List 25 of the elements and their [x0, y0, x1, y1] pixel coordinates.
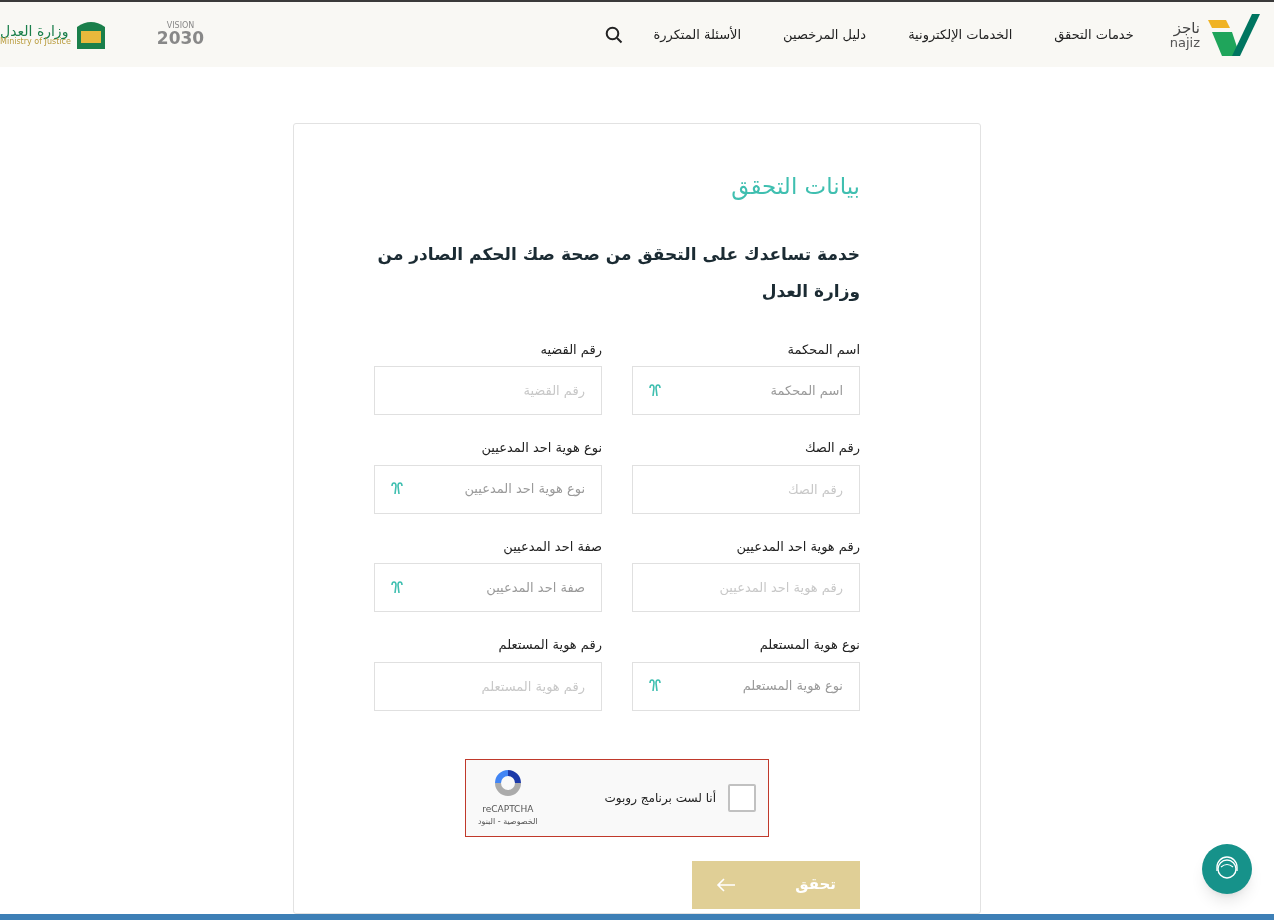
privacy-terms-links[interactable]: الخصوصية - البنود — [478, 816, 538, 829]
nav-link[interactable]: دليل المرخصين — [783, 24, 867, 45]
field-label: نوع هوية احد المدعيين — [480, 439, 602, 458]
nav-link[interactable]: الأسئلة المتكررة — [653, 24, 742, 45]
search-icon[interactable] — [605, 25, 624, 44]
field-label: نوع هوية المستعلم — [758, 636, 860, 655]
vision-text: VISION — [166, 22, 195, 30]
form-title: بيانات التحقق — [730, 172, 860, 202]
nav-link[interactable]: خدمات التحقق — [1054, 24, 1134, 45]
nav-link[interactable]: الخدمات الإلكترونية — [908, 24, 1013, 45]
field-label: صفة احد المدعيين — [502, 537, 602, 556]
ministry-text: وزارة العدل — [0, 23, 69, 38]
field-label: رقم القضيه — [539, 340, 602, 359]
form-description: خدمة تساعدك على التحقق من صحة صك الحكم الصادر من وزارة العدل — [376, 242, 860, 303]
field-label: اسم المحكمة — [786, 340, 860, 359]
field-label: رقم هوية المستعلم — [497, 636, 602, 655]
field-label: رقم هوية احد المدعيين — [735, 537, 860, 556]
vision-year: 2030 — [156, 30, 205, 47]
recaptcha-text: reCAPTCHA — [482, 802, 534, 816]
arrow-left-icon — [716, 877, 736, 892]
support-button[interactable] — [1202, 844, 1252, 894]
logo-text: ناجز — [1173, 20, 1200, 36]
field-label: رقم الصك — [803, 439, 860, 458]
checkbox[interactable] — [728, 783, 756, 812]
captcha-label: أنا لست برنامج روبوت — [604, 789, 716, 807]
